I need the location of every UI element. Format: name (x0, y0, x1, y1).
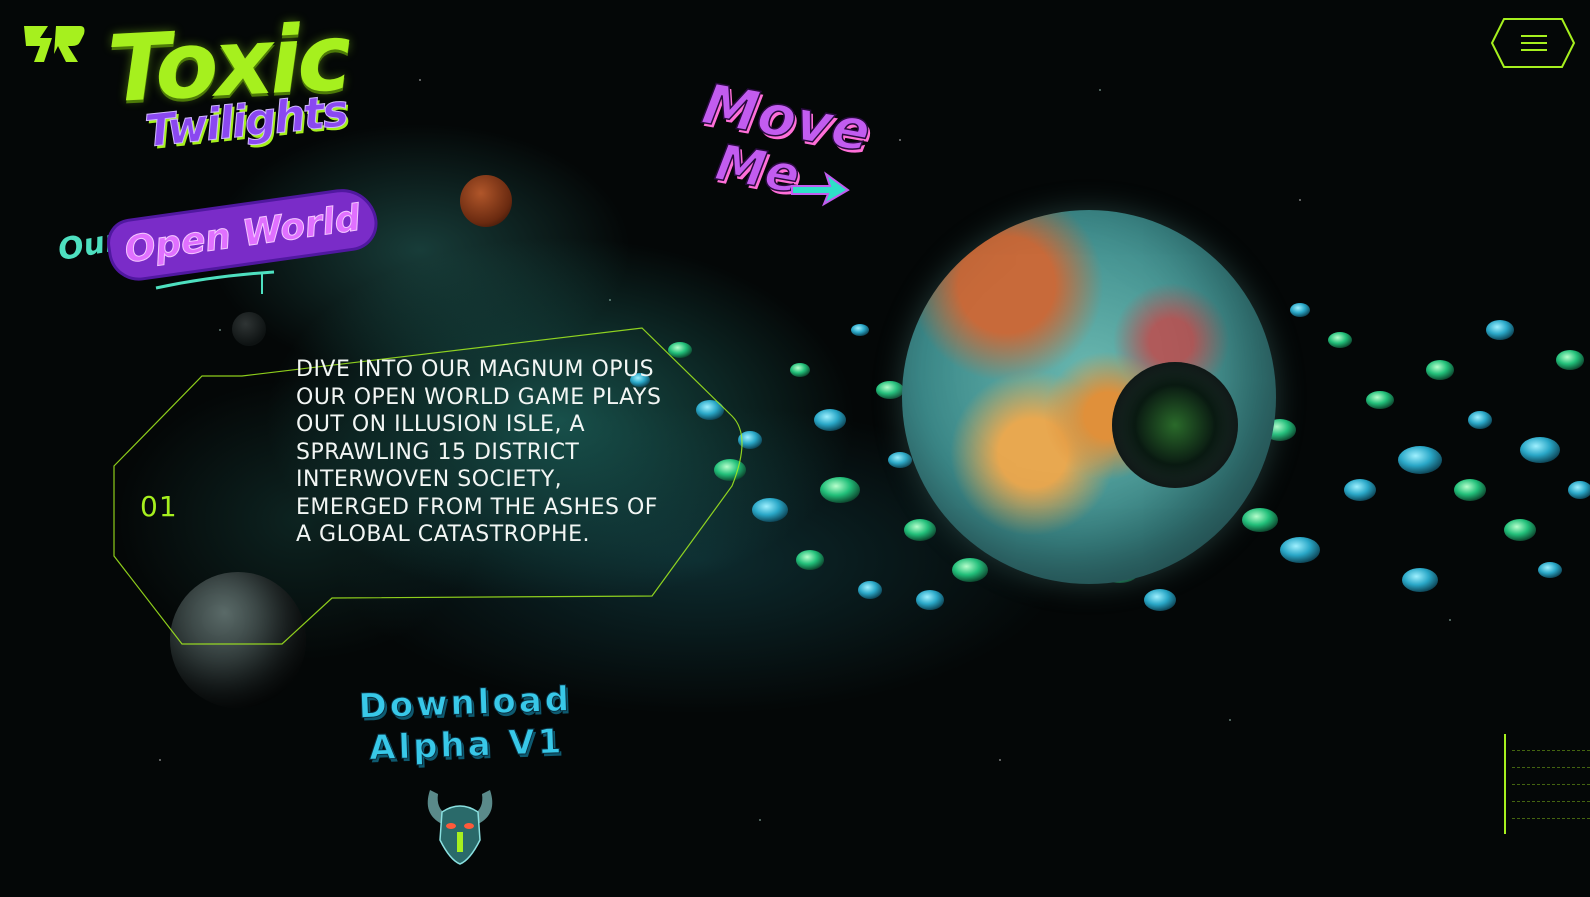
feature-number: 01 (140, 490, 178, 523)
hamburger-menu-icon[interactable] (1490, 17, 1576, 69)
move-me-sticker[interactable]: Move Me (670, 71, 890, 238)
side-data-widget (1504, 734, 1590, 834)
feature-description: Dive into our magnum opus our open world… (296, 357, 662, 547)
game-landing-page: Toxic Twilights Move Me Our Open World 0… (0, 0, 1590, 897)
arrow-icon (791, 171, 850, 207)
horned-mask-icon[interactable] (420, 784, 500, 866)
sr-monogram-icon[interactable] (18, 18, 88, 68)
planet-crater (1112, 362, 1238, 488)
download-alpha-button[interactable]: Download Alpha V1 (345, 678, 588, 770)
underline-swoosh (155, 270, 275, 294)
small-red-planet (460, 175, 512, 227)
download-line2: Alpha V1 (368, 721, 566, 769)
